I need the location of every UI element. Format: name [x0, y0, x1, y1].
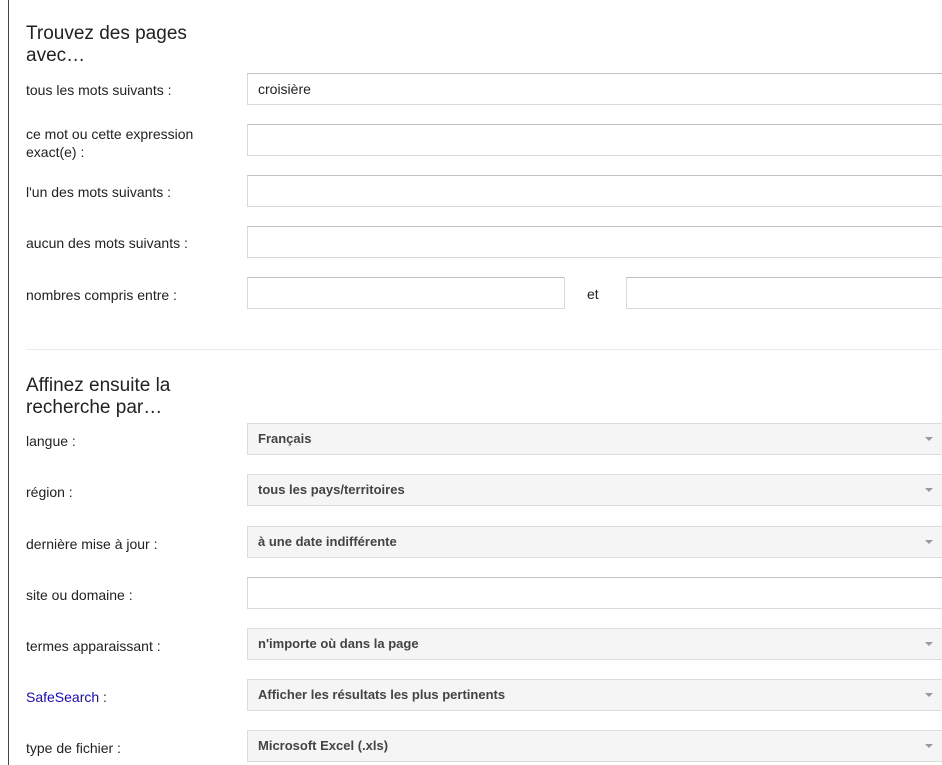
label-terms-appearing: termes apparaissant : — [26, 638, 161, 654]
label-number-range: nombres compris entre : — [26, 287, 177, 303]
any-words-input[interactable] — [247, 175, 942, 207]
triangle-down-icon — [925, 642, 933, 646]
label-file-type: type de fichier : — [26, 740, 121, 756]
file-type-select[interactable]: Microsoft Excel (.xls) — [247, 730, 942, 762]
number-range-from-input[interactable] — [247, 277, 565, 309]
label-last-update: dernière mise à jour : — [26, 536, 158, 552]
triangle-down-icon — [925, 693, 933, 697]
label-region: région : — [26, 484, 73, 500]
label-any-words: l'un des mots suivants : — [26, 184, 172, 200]
label-none-words: aucun des mots suivants : — [26, 235, 188, 251]
exact-phrase-input[interactable] — [247, 124, 942, 156]
language-select[interactable]: Français — [247, 423, 942, 455]
triangle-down-icon — [925, 488, 933, 492]
triangle-down-icon — [925, 540, 933, 544]
number-range-to-input[interactable] — [626, 277, 942, 309]
site-domain-input[interactable] — [247, 577, 942, 609]
safesearch-link[interactable]: SafeSearch — [26, 689, 99, 705]
safesearch-select[interactable]: Afficher les résultats les plus pertinen… — [247, 679, 942, 711]
terms-appearing-select[interactable]: n'importe où dans la page — [247, 628, 942, 660]
region-select-value: tous les pays/territoires — [258, 482, 405, 497]
section-heading-refine: Affinez ensuite la recherche par… — [26, 375, 171, 418]
none-words-input[interactable] — [247, 226, 942, 258]
last-update-select[interactable]: à une date indifférente — [247, 526, 942, 558]
label-exact-phrase: ce mot ou cette expression exact(e) : — [26, 126, 194, 160]
all-words-input[interactable]: croisière — [247, 73, 942, 105]
language-select-value: Français — [258, 431, 312, 446]
safesearch-label: SafeSearch : — [26, 688, 107, 706]
label-all-words: tous les mots suivants : — [26, 82, 172, 98]
triangle-down-icon — [925, 437, 933, 441]
safesearch-select-value: Afficher les résultats les plus pertinen… — [258, 687, 506, 702]
section-heading-find-pages: Trouvez des pages avec… — [26, 23, 187, 66]
section-divider — [26, 349, 942, 350]
last-update-select-value: à une date indifférente — [258, 534, 397, 549]
label-site-domain: site ou domaine : — [26, 587, 133, 603]
triangle-down-icon — [925, 744, 933, 748]
safesearch-label-suffix: : — [99, 689, 107, 705]
region-select[interactable]: tous les pays/territoires — [247, 474, 942, 506]
label-language: langue : — [26, 433, 76, 449]
terms-appearing-select-value: n'importe où dans la page — [258, 636, 419, 651]
number-range-separator: et — [587, 286, 599, 302]
file-type-select-value: Microsoft Excel (.xls) — [258, 738, 389, 753]
